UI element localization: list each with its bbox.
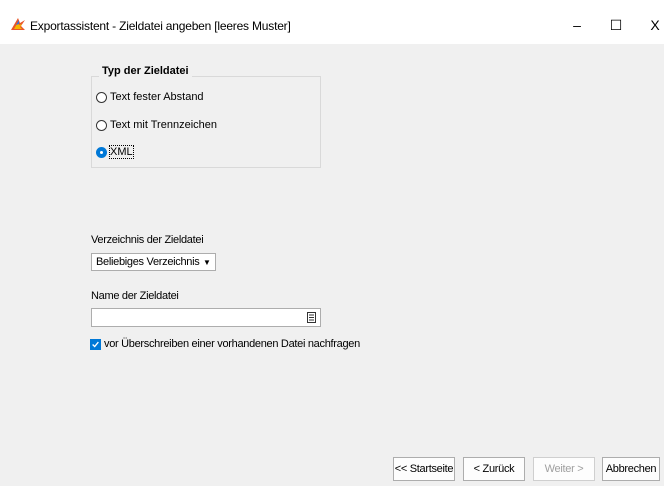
browse-file-icon[interactable] <box>307 312 316 323</box>
back-button[interactable]: < Zurück <box>463 457 525 481</box>
overwrite-checkbox[interactable] <box>90 338 101 350</box>
directory-label: Verzeichnis der Zieldatei <box>91 234 204 246</box>
directory-select[interactable]: Beliebiges Verzeichnis ▼ <box>91 253 216 271</box>
target-type-legend: Typ der Zieldatei <box>99 65 192 77</box>
cancel-button[interactable]: Abbrechen <box>602 457 660 481</box>
radio-text-fixed[interactable]: Text fester Abstand <box>96 91 204 103</box>
radio-label: XML <box>109 145 134 159</box>
minimize-icon: – <box>573 17 581 33</box>
title-bar: Exportassistent - Zieldatei angeben [lee… <box>0 0 664 44</box>
overwrite-label: vor Überschreiben einer vorhandenen Date… <box>104 338 360 350</box>
checkmark-icon <box>92 341 99 348</box>
radio-button[interactable] <box>96 119 107 131</box>
filename-input[interactable] <box>91 308 321 327</box>
next-button[interactable]: Weiter > <box>533 457 595 481</box>
radio-xml[interactable]: XML <box>96 145 134 159</box>
maximize-icon: ☐ <box>609 16 623 33</box>
close-button[interactable]: X <box>641 14 664 36</box>
radio-button[interactable] <box>96 91 107 103</box>
filename-label: Name der Zieldatei <box>91 290 179 302</box>
radio-label: Text mit Trennzeichen <box>110 119 217 131</box>
window-title: Exportassistent - Zieldatei angeben [lee… <box>30 19 291 33</box>
radio-text-delimited[interactable]: Text mit Trennzeichen <box>96 119 217 131</box>
chevron-down-icon[interactable]: ▼ <box>201 256 213 268</box>
close-icon: X <box>650 17 660 33</box>
app-export-icon <box>11 18 25 30</box>
radio-label: Text fester Abstand <box>110 91 204 103</box>
overwrite-confirm-row[interactable]: vor Überschreiben einer vorhandenen Date… <box>90 338 360 350</box>
directory-select-value: Beliebiges Verzeichnis <box>96 256 200 268</box>
start-page-button[interactable]: << Startseite <box>393 457 455 481</box>
radio-button-selected[interactable] <box>96 146 107 158</box>
maximize-button[interactable]: ☐ <box>602 14 630 36</box>
minimize-button[interactable]: – <box>563 14 591 36</box>
